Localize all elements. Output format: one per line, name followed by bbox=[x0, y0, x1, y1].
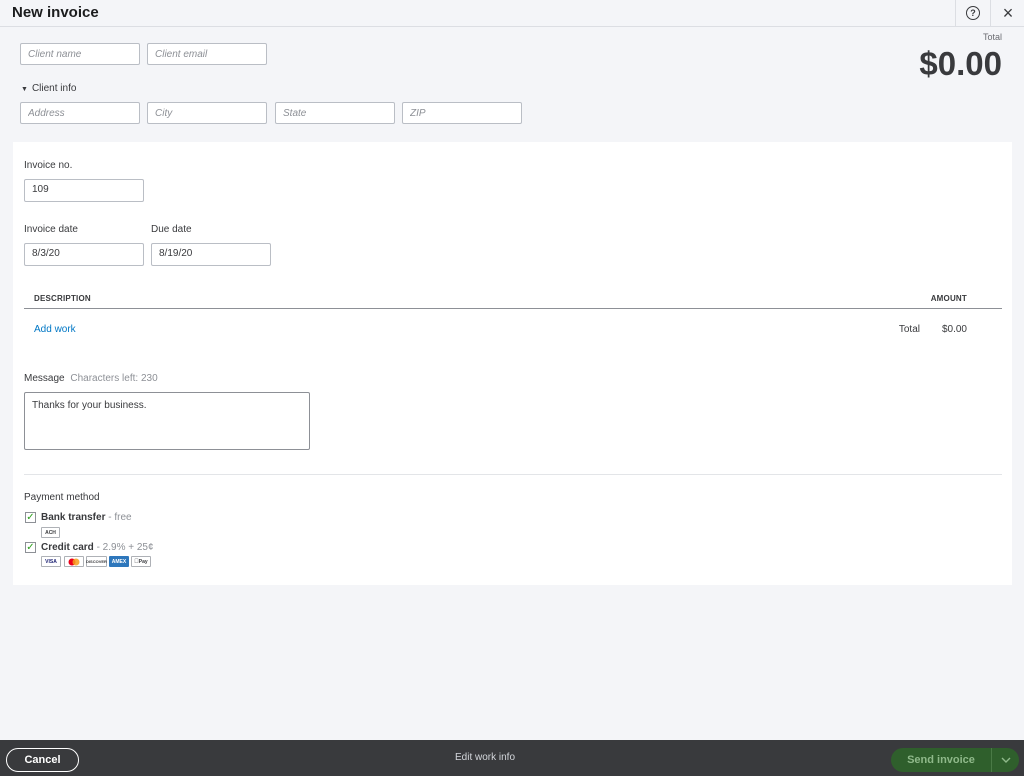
city-input[interactable] bbox=[147, 102, 267, 124]
close-icon: × bbox=[1002, 3, 1014, 23]
bank-transfer-checkbox[interactable]: ✓ bbox=[25, 512, 36, 523]
mastercard-circles bbox=[68, 558, 80, 565]
invoice-date-label: Invoice date bbox=[24, 224, 78, 235]
lines-total-label: Total bbox=[898, 324, 920, 335]
ach-badge: ACH bbox=[41, 527, 60, 538]
close-button[interactable]: × bbox=[990, 0, 1024, 26]
help-circle-icon: ? bbox=[966, 6, 980, 20]
zip-input[interactable] bbox=[402, 102, 522, 124]
credit-card-row: Credit card - 2.9% + 25¢ bbox=[41, 542, 154, 553]
client-email-input[interactable] bbox=[147, 43, 267, 65]
amex-icon: AMEX bbox=[109, 556, 129, 567]
checkmark-icon: ✓ bbox=[26, 542, 35, 553]
title-bar: New invoice ? × bbox=[0, 0, 1024, 27]
bank-transfer-fee: - free bbox=[105, 512, 132, 523]
payment-method-label: Payment method bbox=[24, 492, 100, 503]
invoice-card: Invoice no. 109 Invoice date 8/3/20 Due … bbox=[13, 142, 1012, 585]
address-input[interactable] bbox=[20, 102, 140, 124]
page-title: New invoice bbox=[12, 4, 99, 21]
message-label-row: Message Characters left: 230 bbox=[24, 373, 158, 384]
description-header: DESCRIPTION bbox=[34, 294, 91, 303]
due-date-label: Due date bbox=[151, 224, 192, 235]
section-divider bbox=[24, 474, 1002, 475]
state-input[interactable] bbox=[275, 102, 395, 124]
client-name-input[interactable] bbox=[20, 43, 140, 65]
caret-down-icon: ▼ bbox=[21, 86, 28, 93]
cancel-button[interactable]: Cancel bbox=[6, 748, 79, 772]
discover-icon: DISCOVER bbox=[86, 556, 107, 567]
credit-card-checkbox[interactable]: ✓ bbox=[25, 542, 36, 553]
lines-total-value: $0.00 bbox=[941, 324, 967, 335]
total-amount: $0.00 bbox=[919, 45, 1002, 82]
table-header-rule bbox=[24, 308, 1002, 309]
bank-transfer-row: Bank transfer - free bbox=[41, 512, 132, 523]
help-button[interactable]: ? bbox=[955, 0, 990, 26]
amount-header: AMOUNT bbox=[930, 294, 967, 303]
visa-icon: VISA bbox=[41, 556, 61, 567]
total-label: Total bbox=[982, 32, 1002, 42]
message-textarea[interactable]: Thanks for your business. bbox=[24, 392, 310, 450]
due-date-input[interactable]: 8/19/20 bbox=[151, 243, 271, 266]
credit-card-fee: - 2.9% + 25¢ bbox=[93, 542, 154, 553]
message-label: Message bbox=[24, 373, 65, 384]
invoice-number-input[interactable]: 109 bbox=[24, 179, 144, 202]
invoice-date-input[interactable]: 8/3/20 bbox=[24, 243, 144, 266]
bank-transfer-label: Bank transfer bbox=[41, 512, 106, 523]
chevron-down-icon[interactable] bbox=[992, 757, 1019, 763]
checkmark-icon: ✓ bbox=[26, 512, 35, 523]
credit-card-label: Credit card bbox=[41, 542, 94, 553]
edit-work-info-link[interactable]: Edit work info bbox=[455, 752, 515, 763]
client-info-toggle[interactable]: ▼ Client info bbox=[21, 83, 76, 94]
send-invoice-label: Send invoice bbox=[907, 754, 975, 766]
invoice-number-label: Invoice no. bbox=[24, 160, 73, 171]
footer-bar: Cancel Edit work info Send invoice bbox=[0, 740, 1024, 776]
mastercard-icon bbox=[64, 556, 84, 567]
send-invoice-button[interactable]: Send invoice bbox=[891, 748, 1019, 772]
apple-pay-icon: Pay bbox=[131, 556, 151, 567]
characters-left: Characters left: 230 bbox=[70, 373, 158, 384]
add-work-link[interactable]: Add work bbox=[34, 324, 76, 335]
